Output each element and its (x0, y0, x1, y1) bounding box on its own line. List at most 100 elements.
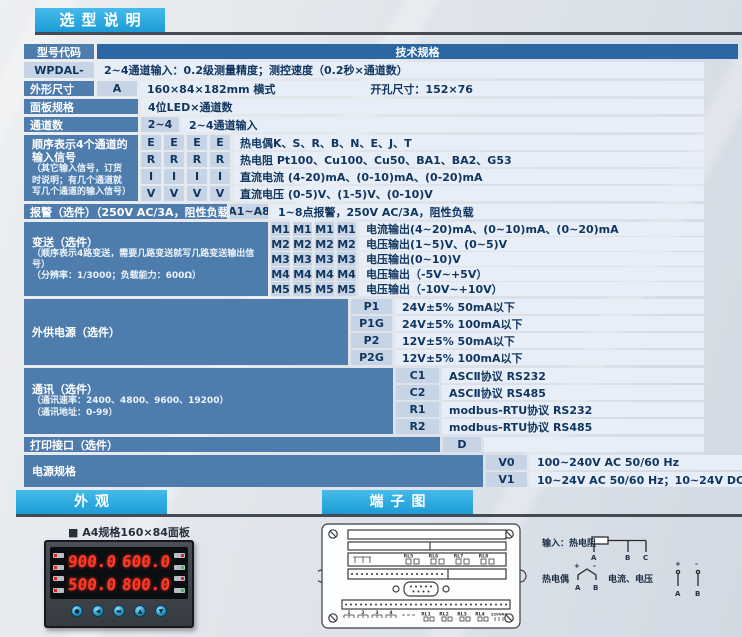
ext-power-row-p2: P2 12V±5% 50mA以下 (351, 333, 704, 348)
led-readout-ch3: 500.0 (67, 575, 117, 594)
ext-power-row-p1g: P1G 24V±5% 100mA以下 (351, 316, 704, 331)
status-indicator (174, 576, 185, 581)
relay-label: RL6 (429, 554, 438, 560)
minus-sign: - (695, 560, 698, 568)
code-cell: M4 (271, 267, 290, 281)
code-cell: M4 (293, 267, 312, 281)
relay-label: RL2 (439, 612, 448, 618)
current-voltage-symbol-icon (676, 570, 699, 586)
comm-desc: ASCⅡ协议 RS485 (442, 385, 704, 400)
signal-row-e: E E E E 热电偶K、S、R、B、N、E、J、T (141, 135, 704, 150)
code-cell: E (187, 135, 207, 150)
transmit-note1: （顺序表示4路变送，需要几路变送就写几路变送输出信号） (32, 249, 260, 272)
ext-power-row-p2g: P2G 12V±5% 100mA以下 (351, 350, 704, 365)
plus-sign: + (574, 562, 580, 570)
power-row-v1: V1 10~24V AC 50/60 Hz；10~24V DC (486, 472, 742, 487)
channel-label: 2 (361, 610, 364, 616)
led-display-area: 900.0 600.0 500.0 800.0 (50, 547, 188, 599)
comm-label: 通讯（选件） （通讯速率：2400、4800、9600、19200） （通讯地址… (24, 368, 393, 434)
code-cell: V (187, 186, 207, 201)
code-cell: C1 (396, 368, 439, 383)
power-desc: 10~24V AC 50/60 Hz；10~24V DC (530, 472, 742, 487)
relay-label: RL1 (421, 612, 430, 618)
power-button: ● (71, 605, 83, 617)
code-cell: E (164, 135, 184, 150)
transmit-row-m3: M3 M3 M3 M3 电压输出(0~10)V (271, 252, 704, 266)
size-row: 外形尺寸 A 160×84×182mm 横式 开孔尺寸：152×76 (24, 81, 704, 96)
ext-power-desc: 12V±5% 100mA以下 (395, 350, 704, 365)
signal-desc: 直流电流 (4-20)mA、(0-10)mA、(0-20)mA (233, 169, 704, 184)
ext-power-row-p1: P1 24V±5% 50mA以下 (351, 299, 704, 314)
shift-button: ◀ (92, 605, 104, 617)
alarm-desc: 1~8点报警，250V AC/3A，阻性负载 (271, 204, 704, 219)
alarm-label: 报警（选件）（250V AC/3A，阻性负载） (24, 204, 227, 219)
status-indicator (174, 588, 185, 593)
code-cell: I (187, 169, 207, 184)
code-cell: M2 (293, 237, 312, 251)
comm-title: 通讯（选件） (32, 383, 98, 396)
terminals-title: 端子图 (322, 490, 473, 514)
cutout-dims: 开孔尺寸：152×76 (370, 81, 473, 96)
transmit-desc: 电流输出(4~20)mA、(0~10)mA、(0~20)mA (359, 222, 704, 236)
tech-spec-header: 技术规格 (97, 44, 738, 59)
print-code: D (443, 437, 481, 452)
instrument-panel-photo: 900.0 600.0 500.0 800.0 ● ◀ ▬ ▲ ▼ (44, 540, 194, 628)
comm-row-r2: R2 modbus-RTU协议 RS485 (396, 419, 704, 434)
code-cell: I (164, 169, 184, 184)
signals-note: （其它输入信号，订货时说明；有几个通道就写几个通道的输入信号） (32, 164, 130, 198)
ext-power-desc: 12V±5% 50mA以下 (395, 333, 704, 348)
terminals-rule (322, 514, 742, 517)
iv-terminal-a: A (675, 590, 681, 598)
code-cell: V1 (486, 472, 527, 487)
relay-label: RL4 (475, 612, 484, 618)
channels-desc: 2~4通道输入 (182, 117, 704, 132)
comm-desc: modbus-RTU协议 RS485 (442, 419, 704, 434)
comm-desc: ASCⅡ协议 RS232 (442, 368, 704, 383)
plus-sign: + (675, 560, 681, 568)
transmit-note2: （分辨率：1/3000；负载能力：600Ω） (32, 271, 201, 282)
transmit-label: 变送（选件） （顺序表示4路变送，需要几路变送就写几路变送输出信号） （分辨率：… (24, 222, 268, 296)
code-cell: V (141, 186, 161, 201)
code-cell: P1G (351, 316, 392, 331)
mains-label: 220VAC (491, 612, 508, 617)
code-cell: P1 (351, 299, 392, 314)
datasheet-page: 选型说明 型号代码 技术规格 WPDAL- 2~4通道输入：0.2级测量精度；测… (0, 0, 742, 637)
thermocouple-symbol-icon (578, 569, 596, 580)
table-header-row: 型号代码 技术规格 (24, 44, 738, 59)
relay-label: RL5 (404, 554, 413, 560)
code-cell: M1 (337, 222, 356, 236)
channels-row: 通道数 2~4 2~4通道输入 (24, 117, 704, 132)
iv-terminal-b: B (695, 590, 700, 598)
comm-note2: （通讯地址：0-99） (32, 408, 118, 419)
code-cell: I (210, 169, 230, 184)
size-label: 外形尺寸 (24, 81, 94, 96)
signal-desc: 直流电压 (0-5)V、(1-5)V、(0-10)V (233, 186, 704, 201)
code-cell: R (164, 152, 184, 167)
comm-row-c2: C2 ASCⅡ协议 RS485 (396, 385, 704, 400)
signal-row-v: V V V V 直流电压 (0-5)V、(1-5)V、(0-10)V (141, 186, 704, 201)
panel-caption: ■ A4规格160×84面板 (68, 524, 190, 540)
transmit-row-m4: M4 M4 M4 M4 电压输出（-5V~+5V） (271, 267, 704, 281)
channels-label: 通道数 (24, 117, 138, 132)
code-cell: E (210, 135, 230, 150)
header-rule (35, 32, 742, 35)
channel-indicator (53, 588, 64, 593)
transmit-desc: 电压输出(1~5)V、(0~5)V (359, 237, 704, 251)
size-code: A (97, 81, 137, 96)
led-readout-ch1: 900.0 (67, 552, 117, 571)
page-title: 选型说明 (35, 8, 165, 32)
size-dims: 160×84×182mm 横式 (147, 81, 275, 96)
transmit-desc: 电压输出（-5V~+5V） (359, 267, 704, 281)
selection-table: 型号代码 技术规格 WPDAL- 2~4通道输入：0.2级测量精度；测控速度（0… (24, 44, 738, 490)
signal-desc: 热电阻 Pt100、Cu100、Cu50、BA1、BA2、G53 (233, 152, 704, 167)
size-desc: 160×84×182mm 横式 开孔尺寸：152×76 (140, 81, 704, 96)
signals-block: 顺序表示4个通道的输入信号 （其它输入信号，订货时说明；有几个通道就写几个通道的… (24, 135, 704, 201)
code-cell: M2 (315, 237, 334, 251)
code-cell: M1 (315, 222, 334, 236)
comm-row-c1: C1 ASCⅡ协议 RS232 (396, 368, 704, 383)
code-cell: R1 (396, 402, 439, 417)
transmit-row-m2: M2 M2 M2 M2 电压输出(1~5)V、(0~5)V (271, 237, 704, 251)
comm-desc: modbus-RTU协议 RS232 (442, 402, 704, 417)
print-label: 打印接口（选件） (24, 437, 440, 452)
model-code: WPDAL- (24, 62, 94, 78)
